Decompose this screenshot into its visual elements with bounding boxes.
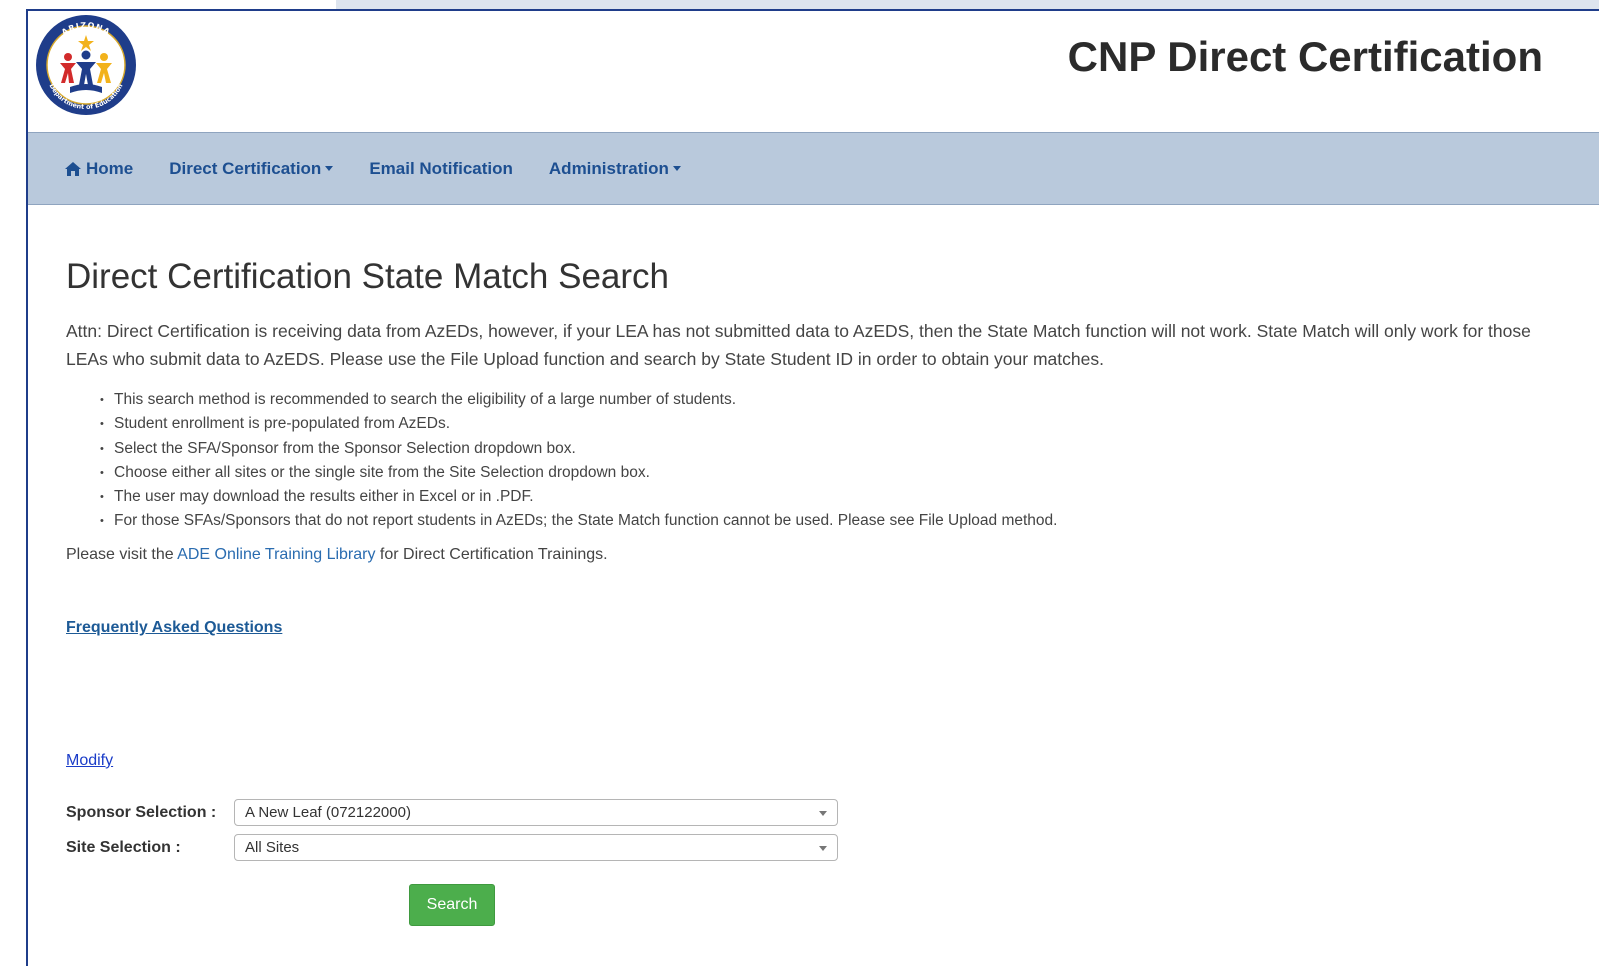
site-selection-dropdown[interactable]: All Sites [234, 834, 838, 861]
list-item: This search method is recommended to sea… [100, 388, 1057, 412]
nav-home[interactable]: Home [64, 159, 133, 179]
page-header: ARIZONA Department of Education CNP Dire… [28, 11, 1599, 132]
nav-administration-label: Administration [548, 158, 669, 178]
site-selection-row: Site Selection : All Sites [66, 834, 838, 861]
site-selection-label: Site Selection : [66, 838, 181, 856]
page-title: Direct Certification State Match Search [66, 257, 670, 296]
attn-notice: Attn: Direct Certification is receiving … [66, 321, 1531, 369]
list-item: Choose either all sites or the single si… [100, 461, 1057, 485]
site-selection-value: All Sites [245, 839, 300, 856]
nav-direct-certification-label: Direct Certification [169, 158, 322, 178]
dropdown-arrow-icon [819, 846, 827, 851]
nav-email-notification[interactable]: Email Notification [369, 159, 513, 179]
top-accent-bar [336, 0, 1599, 9]
chevron-down-icon [325, 166, 334, 171]
list-item: Select the SFA/Sponsor from the Sponsor … [100, 437, 1057, 461]
training-library-link[interactable]: ADE Online Training Library [177, 546, 375, 563]
chevron-down-icon [672, 166, 681, 171]
modify-link[interactable]: Modify [66, 752, 113, 770]
faq-link[interactable]: Frequently Asked Questions [66, 619, 282, 637]
nav-home-label: Home [86, 158, 134, 178]
list-item: The user may download the results either… [100, 485, 1057, 509]
ade-seal-logo: ARIZONA Department of Education [36, 15, 136, 115]
list-item: Student enrollment is pre-populated from… [100, 412, 1057, 436]
search-button[interactable]: Search [409, 884, 495, 926]
sponsor-selection-value: A New Leaf (072122000) [245, 804, 411, 821]
nav-direct-certification[interactable]: Direct Certification [169, 158, 334, 179]
sponsor-selection-label: Sponsor Selection : [66, 803, 217, 821]
nav-email-notification-label: Email Notification [369, 158, 513, 178]
training-note-prefix: Please visit the [66, 546, 178, 563]
app-window: ARIZONA Department of Education CNP Dire… [26, 9, 1599, 966]
nav-administration[interactable]: Administration [549, 159, 681, 179]
sponsor-selection-row: Sponsor Selection : A New Leaf (07212200… [66, 799, 838, 826]
training-note-suffix: for Direct Certification Trainings. [375, 546, 608, 563]
training-note: Please visit the ADE Online Training Lib… [66, 546, 608, 564]
sponsor-selection-dropdown[interactable]: A New Leaf (072122000) [234, 799, 838, 826]
dropdown-arrow-icon [819, 811, 827, 816]
app-title: CNP Direct Certification [1067, 33, 1543, 80]
home-icon [65, 161, 81, 176]
main-navbar: Home Direct Certification Email Notifica… [28, 132, 1599, 205]
list-item: For those SFAs/Sponsors that do not repo… [100, 509, 1057, 533]
instructions-list: This search method is recommended to sea… [66, 388, 1057, 534]
